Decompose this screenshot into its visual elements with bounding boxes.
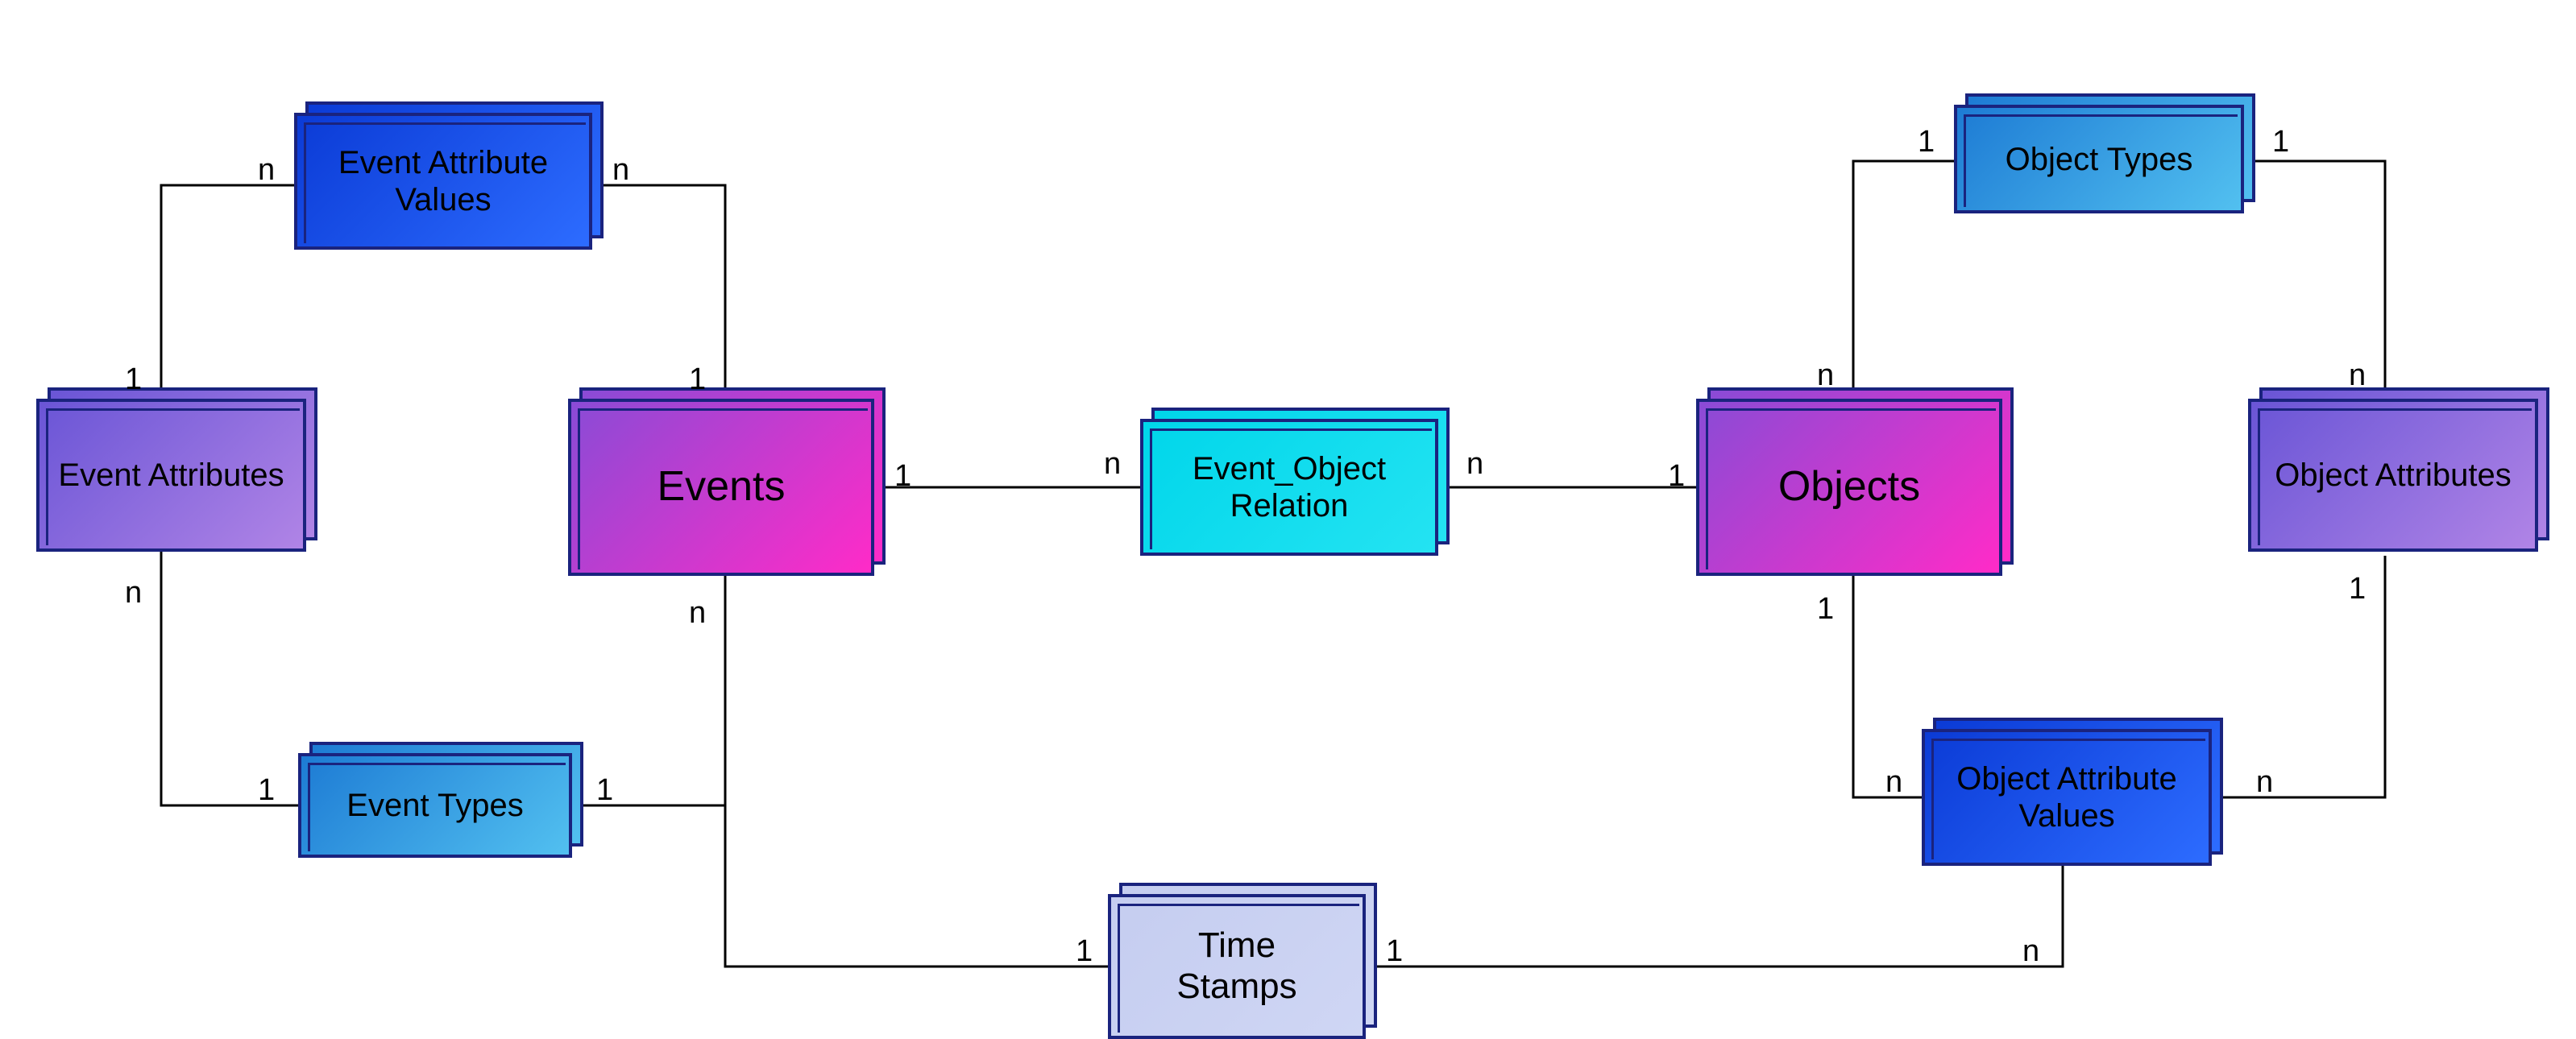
card-eav-ea-n: n	[258, 153, 275, 188]
card-eor-objects-n: n	[1466, 447, 1483, 482]
entity-label: Object Attribute Values	[1956, 760, 2176, 834]
edge-objects-ot	[1853, 161, 1958, 403]
edge-objects-oav	[1853, 576, 1926, 797]
diagram-canvas: Event Attribute Values Event Attributes …	[0, 0, 2576, 1027]
card-oav-oa-n: n	[2256, 765, 2273, 800]
entity-object-attribute-values: Object Attribute Values	[1922, 729, 2212, 866]
edge-ts-oav	[1370, 862, 2063, 967]
entity-event-object-relation: Event_Object Relation	[1140, 419, 1438, 556]
card-et-events-n: n	[689, 596, 706, 631]
card-oav-oa-1: 1	[2349, 572, 2366, 606]
card-events-ts-1: 1	[1076, 934, 1093, 969]
card-eav-ea-1: 1	[125, 362, 142, 397]
entity-events: Events	[568, 399, 874, 576]
entity-label: Object Attributes	[2275, 457, 2511, 494]
entity-label: Object Types	[2006, 141, 2193, 178]
card-objects-oav-1: 1	[1817, 592, 1834, 627]
edge-ea-et	[161, 548, 306, 805]
entity-label: Event_Object Relation	[1193, 450, 1386, 524]
card-objects-ot-n: n	[1817, 358, 1834, 393]
card-ea-et-n: n	[125, 576, 142, 611]
card-ts-oav-n: n	[2022, 934, 2039, 969]
entity-label: Event Attribute Values	[338, 144, 548, 218]
card-ot-oa-1: 1	[2272, 125, 2289, 159]
card-ts-oav-1: 1	[1386, 934, 1403, 969]
entity-event-attribute-values: Event Attribute Values	[294, 113, 592, 250]
entity-label: Time Stamps	[1176, 925, 1296, 1007]
card-events-eor-n: n	[1104, 447, 1121, 482]
card-eav-events-n: n	[612, 153, 629, 188]
card-objects-oav-n: n	[1885, 765, 1902, 800]
entity-label: Event Attributes	[58, 457, 284, 494]
card-events-eor-1: 1	[894, 459, 911, 494]
card-eav-events-1: 1	[689, 362, 706, 397]
entity-object-attributes: Object Attributes	[2248, 399, 2538, 552]
entity-object-types: Object Types	[1954, 105, 2244, 213]
card-et-events-1: 1	[596, 773, 613, 808]
card-eor-objects-1: 1	[1668, 459, 1685, 494]
card-ot-oa-n: n	[2349, 358, 2366, 393]
edge-events-ts	[725, 576, 1112, 967]
entity-label: Objects	[1778, 463, 1920, 511]
entity-label: Event Types	[346, 787, 523, 824]
entity-event-types: Event Types	[298, 753, 572, 858]
card-objects-ot-1: 1	[1918, 125, 1935, 159]
entity-time-stamps: Time Stamps	[1108, 894, 1366, 1039]
entity-objects: Objects	[1696, 399, 2002, 576]
edge-eav-ea	[161, 185, 306, 403]
entity-label: Events	[657, 463, 786, 511]
entity-event-attributes: Event Attributes	[36, 399, 306, 552]
card-ea-et-1: 1	[258, 773, 275, 808]
